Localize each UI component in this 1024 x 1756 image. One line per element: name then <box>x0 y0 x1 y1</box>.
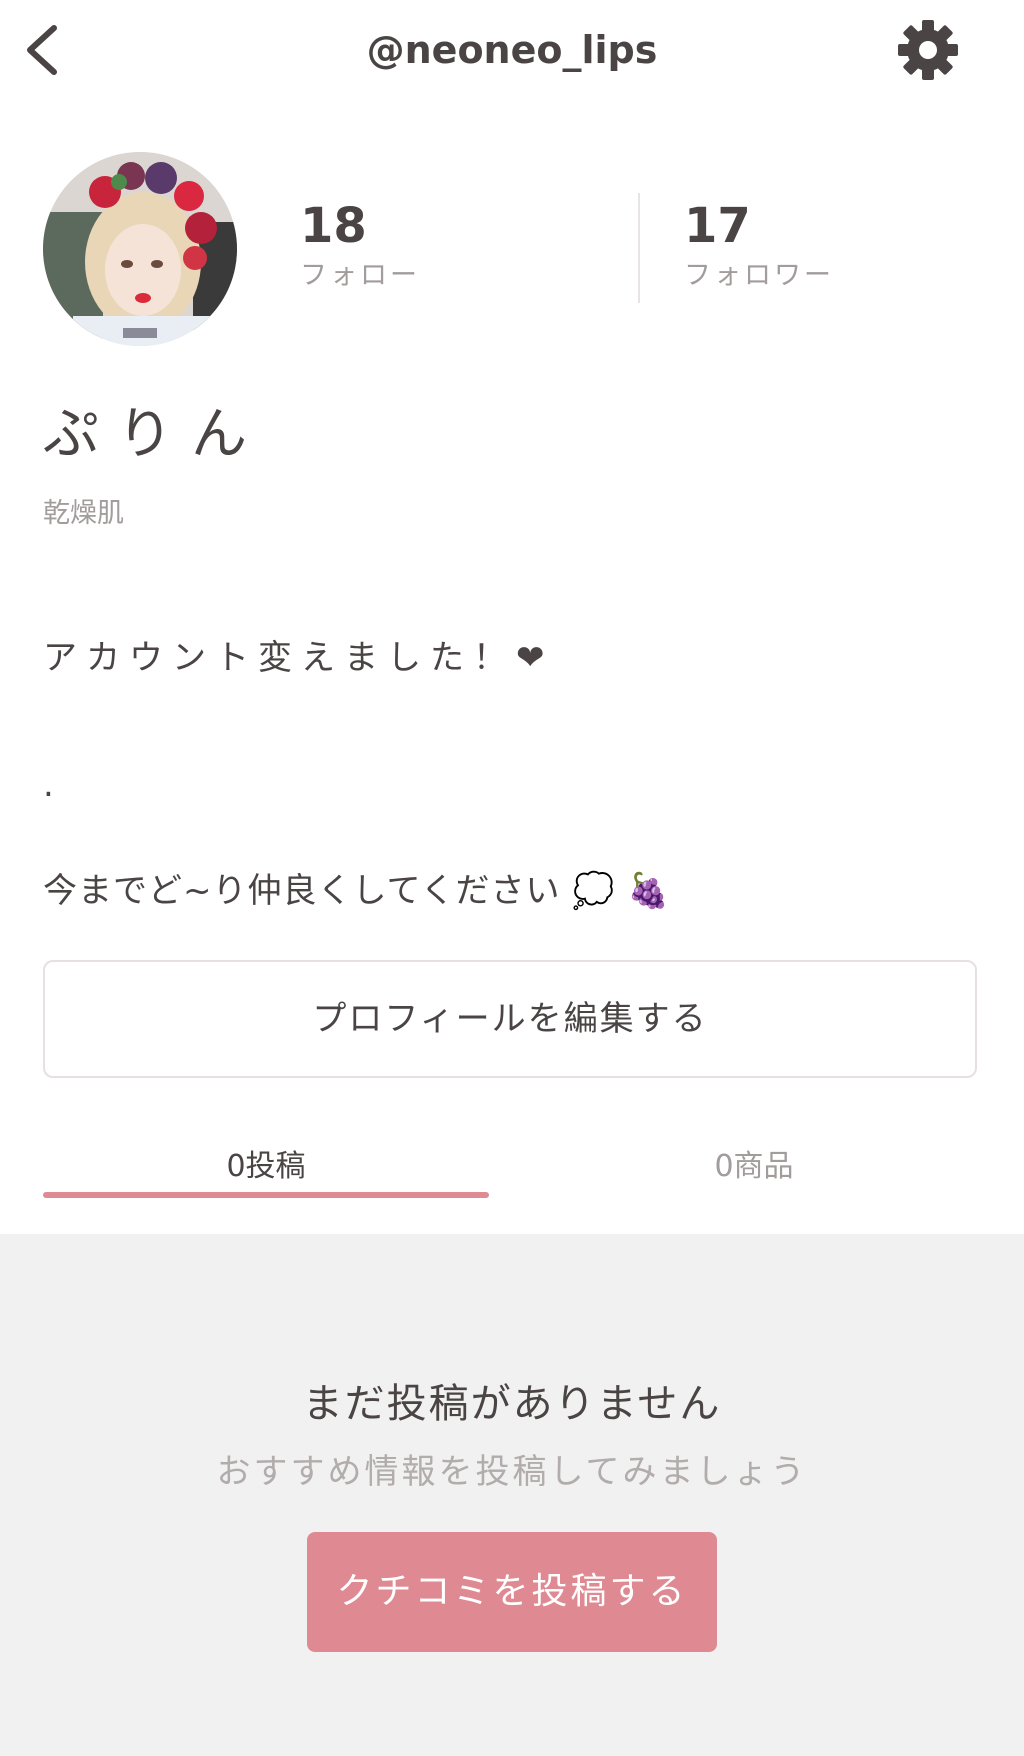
stats-divider <box>638 193 640 303</box>
tab-products[interactable]: 0商品 <box>531 1142 977 1192</box>
empty-state-subtitle: おすすめ情報を投稿してみましょう <box>216 1452 808 1492</box>
gear-icon <box>898 20 958 80</box>
following-count: 18 <box>300 198 367 254</box>
post-review-button[interactable]: クチコミを投稿する <box>307 1532 717 1652</box>
bio-line: . <box>43 765 54 805</box>
bio-line: 今までど~り仲良くしてください 💭 🍇 <box>43 871 671 911</box>
empty-state-title: まだ投稿がありません <box>302 1381 722 1427</box>
profile-page: @neoneo_lips 18 フォロー 17 フォロワー ぷりん 乾燥肌 アカ… <box>0 0 1024 1756</box>
profile-handle: @neoneo_lips <box>366 28 658 72</box>
settings-button[interactable] <box>896 18 960 82</box>
bio-line: アカウント変えました！❤ <box>43 638 554 678</box>
tab-posts[interactable]: 0投稿 <box>43 1142 489 1192</box>
following-label: フォロー <box>300 260 420 291</box>
followers-stat[interactable]: 17 フォロワー <box>684 196 834 296</box>
followers-label: フォロワー <box>684 260 834 291</box>
followers-count: 17 <box>684 198 751 254</box>
avatar-photo <box>43 152 237 346</box>
edit-profile-button[interactable]: プロフィールを編集する <box>43 960 977 1078</box>
app-header: @neoneo_lips <box>0 0 1024 100</box>
skin-type-label: 乾燥肌 <box>43 498 124 529</box>
display-name: ぷりん <box>43 402 265 467</box>
following-stat[interactable]: 18 フォロー <box>300 196 420 296</box>
avatar[interactable] <box>43 152 237 346</box>
active-tab-indicator <box>43 1192 489 1198</box>
